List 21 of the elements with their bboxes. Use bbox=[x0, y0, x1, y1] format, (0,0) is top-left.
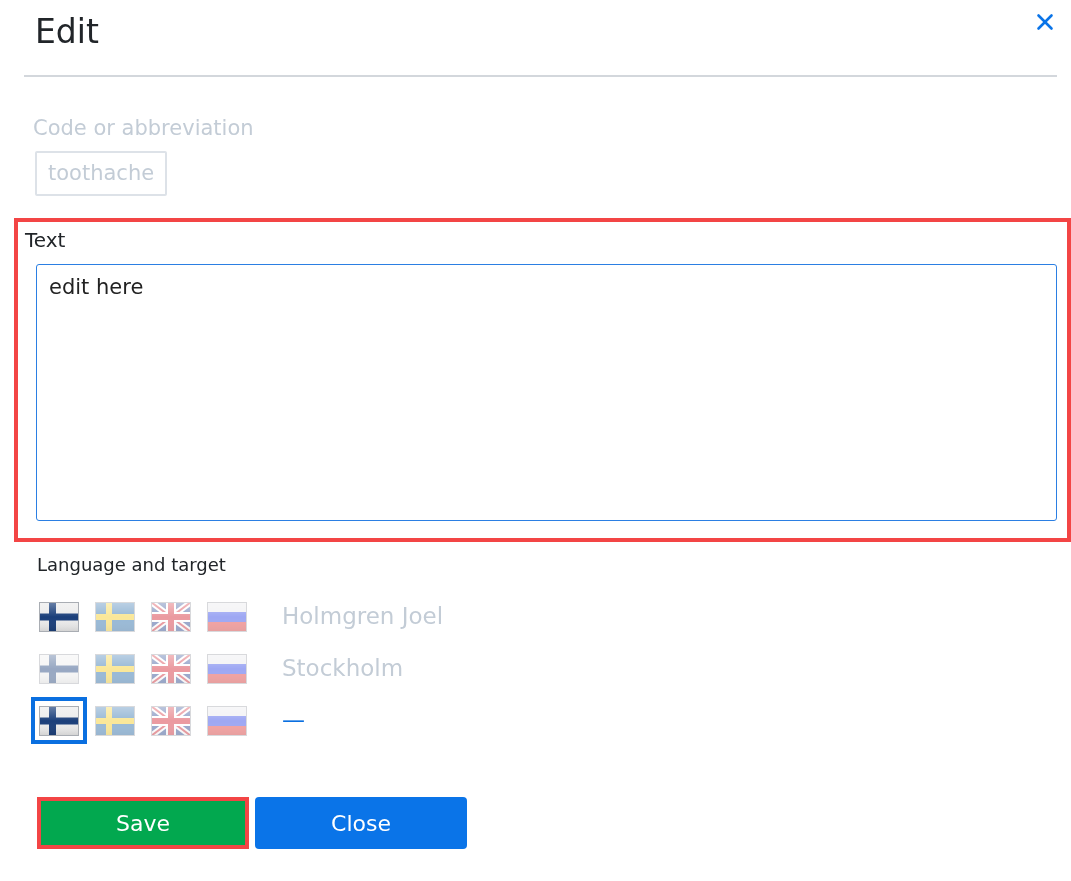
target-name: Stockholm bbox=[282, 654, 404, 684]
sweden-flag-icon[interactable] bbox=[95, 705, 135, 736]
russia-flag-icon[interactable] bbox=[207, 705, 247, 736]
russia-flag-icon[interactable] bbox=[207, 653, 247, 684]
sweden-flag-icon[interactable] bbox=[95, 653, 135, 684]
focused-flag-button[interactable] bbox=[31, 697, 87, 744]
finland-flag-icon[interactable] bbox=[39, 601, 79, 632]
russia-flag-icon[interactable] bbox=[207, 601, 247, 632]
target-link[interactable]: — bbox=[282, 703, 305, 738]
field-label: Code or abbreviation bbox=[33, 115, 254, 141]
text-area-field[interactable]: edit here bbox=[36, 264, 1057, 521]
sweden-flag-icon[interactable] bbox=[95, 601, 135, 632]
target-name: Holmgren Joel bbox=[282, 602, 444, 632]
union-jack-flag-icon[interactable] bbox=[151, 705, 191, 736]
save-button[interactable]: Save bbox=[37, 797, 249, 849]
field-label: Text bbox=[25, 228, 66, 252]
section-label: Language and target bbox=[37, 553, 226, 577]
close-dialog-button[interactable]: Close bbox=[255, 797, 467, 849]
union-jack-flag-icon[interactable] bbox=[151, 653, 191, 684]
union-jack-flag-icon[interactable] bbox=[151, 601, 191, 632]
dialog-title: Edit bbox=[35, 11, 99, 53]
